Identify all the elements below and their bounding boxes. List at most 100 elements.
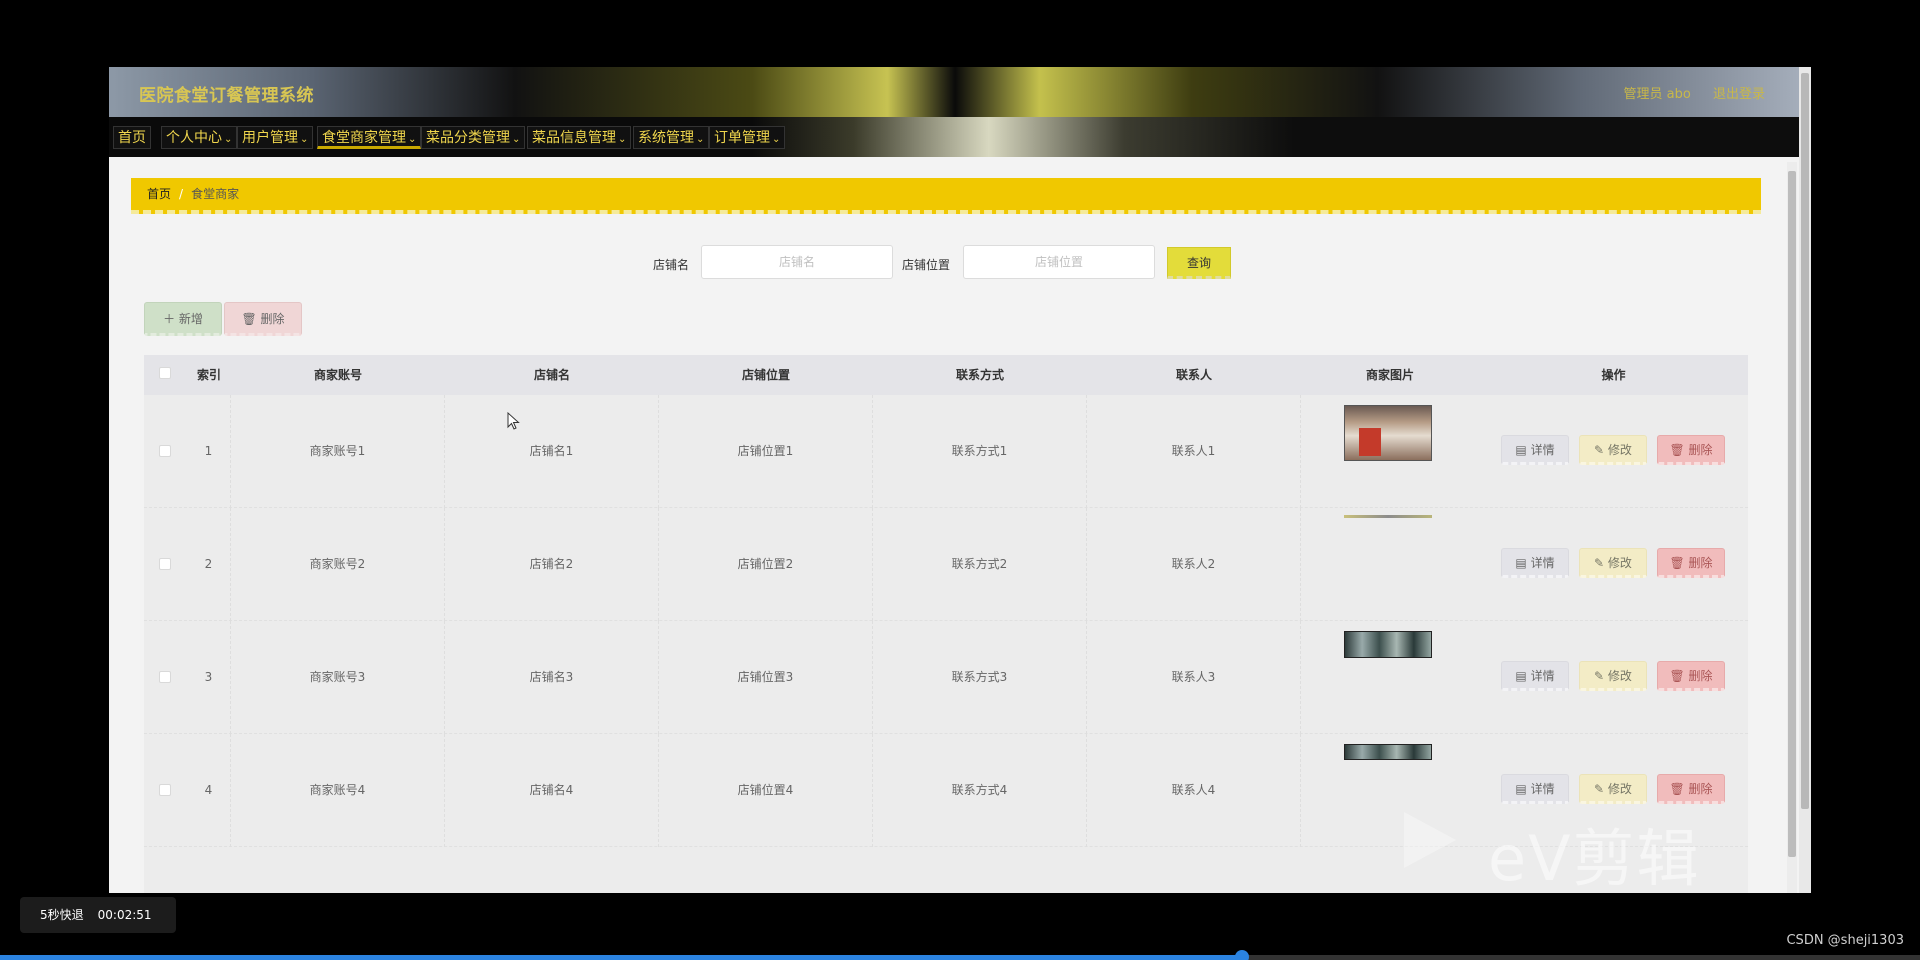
chevron-down-icon: ⌄ [408, 134, 417, 145]
mouse-cursor-icon [507, 412, 520, 430]
col-index: 索引 [196, 368, 221, 382]
nav-dishes[interactable]: 菜品信息管理 ⌄ [527, 126, 632, 149]
breadcrumb-home[interactable]: 首页 [147, 187, 171, 201]
cell-shop: 店铺名2 [445, 508, 659, 621]
cell-index: 1 [187, 395, 231, 508]
shop-location-input[interactable] [963, 245, 1155, 279]
cell-person: 联系人4 [1087, 734, 1301, 847]
merchant-image [1344, 515, 1432, 518]
cell-contact: 联系方式1 [873, 395, 1087, 508]
cell-person: 联系人1 [1087, 395, 1301, 508]
add-button[interactable]: ＋ 新增 [144, 302, 222, 336]
breadcrumb: 首页 / 食堂商家 [131, 178, 1761, 214]
detail-button[interactable]: ▤ 详情 [1501, 435, 1569, 465]
chevron-down-icon: ⌄ [696, 134, 705, 145]
col-person: 联系人 [1175, 368, 1212, 382]
shop-name-input[interactable] [701, 245, 893, 279]
nav-users[interactable]: 用户管理 ⌄ [237, 126, 314, 149]
cell-contact: 联系方式2 [873, 508, 1087, 621]
col-operations: 操作 [1601, 368, 1626, 382]
nav-categories[interactable]: 菜品分类管理 ⌄ [421, 126, 526, 149]
cell-location: 店铺位置1 [659, 395, 873, 508]
cell-person: 联系人3 [1087, 621, 1301, 734]
cell-index: 3 [187, 621, 231, 734]
col-location: 店铺位置 [741, 368, 790, 382]
col-image: 商家图片 [1365, 368, 1414, 382]
nav-system[interactable]: 系统管理 ⌄ [633, 126, 710, 149]
delete-button[interactable]: 🗑 删除 [1657, 774, 1725, 804]
cell-index: 2 [187, 508, 231, 621]
edit-button[interactable]: ✎ 修改 [1579, 661, 1647, 691]
cell-contact: 联系方式4 [873, 734, 1087, 847]
chevron-down-icon: ⌄ [512, 134, 521, 145]
video-progress-fill [0, 955, 1243, 960]
app-window: 医院食堂订餐管理系统 管理员 abo 退出登录 首页 个人中心 ⌄ 用户管理 ⌄ 食… [109, 67, 1811, 893]
content-scrollbar-thumb[interactable] [1788, 171, 1796, 857]
main-nav: 首页 个人中心 ⌄ 用户管理 ⌄ 食堂商家管理 ⌄ 菜品分类管理 ⌄ 菜品信息管理 ⌄ 系… [109, 117, 1801, 157]
detail-button[interactable]: ▤ 详情 [1501, 774, 1569, 804]
cell-shop: 店铺名3 [445, 621, 659, 734]
delete-button[interactable]: 🗑 删除 [1657, 661, 1725, 691]
nav-merchants[interactable]: 食堂商家管理 ⌄ [317, 126, 422, 149]
col-account: 商家账号 [313, 368, 362, 382]
shop-name-label: 店铺名 [653, 258, 690, 272]
delete-button[interactable]: 🗑 删除 [1657, 548, 1725, 578]
edit-button[interactable]: ✎ 修改 [1579, 548, 1647, 578]
col-shop: 店铺名 [533, 368, 570, 382]
chevron-down-icon: ⌄ [300, 134, 309, 145]
watermark-text: eV剪辑 [1488, 822, 1701, 895]
query-button[interactable]: 查询 [1167, 247, 1231, 279]
cell-account: 商家账号1 [231, 395, 445, 508]
nav-profile[interactable]: 个人中心 ⌄ [161, 126, 238, 149]
delete-button[interactable]: 🗑 删除 [1657, 435, 1725, 465]
merchant-image [1344, 744, 1432, 760]
nav-home[interactable]: 首页 [113, 126, 151, 149]
cell-shop: 店铺名4 [445, 734, 659, 847]
breadcrumb-current: 食堂商家 [191, 187, 240, 201]
cell-contact: 联系方式3 [873, 621, 1087, 734]
row-checkbox[interactable] [159, 558, 171, 570]
merchant-image [1344, 631, 1432, 658]
screen: 医院食堂订餐管理系统 管理员 abo 退出登录 首页 个人中心 ⌄ 用户管理 ⌄ 食… [0, 0, 1920, 960]
chevron-down-icon: ⌄ [772, 134, 781, 145]
user-area: 管理员 abo 退出登录 [1606, 83, 1765, 102]
batch-delete-button[interactable]: 🗑 删除 [224, 302, 302, 336]
shop-location-label: 店铺位置 [902, 258, 951, 272]
cell-account: 商家账号4 [231, 734, 445, 847]
edit-button[interactable]: ✎ 修改 [1579, 435, 1647, 465]
cell-account: 商家账号3 [231, 621, 445, 734]
top-header: 医院食堂订餐管理系统 管理员 abo 退出登录 [109, 67, 1801, 117]
table-row: 1 商家账号1 店铺名1 店铺位置1 联系方式1 联系人1 ▤ 详情 ✎ 修改 … [144, 395, 1748, 508]
logout-link[interactable]: 退出登录 [1713, 87, 1765, 102]
cell-index: 4 [187, 734, 231, 847]
table-row: 2 商家账号2 店铺名2 店铺位置2 联系方式2 联系人2 ▤ 详情 ✎ 修改 … [144, 508, 1748, 621]
table-header: 索引 商家账号 店铺名 店铺位置 联系方式 联系人 商家图片 操作 [144, 355, 1748, 395]
select-all-checkbox[interactable] [159, 367, 171, 379]
window-scrollbar-thumb[interactable] [1801, 73, 1809, 809]
row-checkbox[interactable] [159, 671, 171, 683]
video-progress-knob[interactable] [1235, 950, 1250, 960]
cell-location: 店铺位置3 [659, 621, 873, 734]
chevron-down-icon: ⌄ [224, 134, 233, 145]
merchant-image [1344, 405, 1432, 461]
detail-button[interactable]: ▤ 详情 [1501, 661, 1569, 691]
cell-account: 商家账号2 [231, 508, 445, 621]
cell-person: 联系人2 [1087, 508, 1301, 621]
credit-text: CSDN @sheji1303 [1786, 933, 1904, 948]
table-row: 3 商家账号3 店铺名3 店铺位置3 联系方式3 联系人3 ▤ 详情 ✎ 修改 … [144, 621, 1748, 734]
app-title: 医院食堂订餐管理系统 [139, 86, 314, 106]
rewind-label: 5秒快退 [40, 908, 84, 922]
nav-orders[interactable]: 订单管理 ⌄ [709, 126, 786, 149]
col-contact: 联系方式 [955, 368, 1004, 382]
user-label: 管理员 abo [1623, 87, 1691, 102]
chevron-down-icon: ⌄ [618, 134, 627, 145]
watermark-play-icon [1404, 812, 1456, 868]
row-checkbox[interactable] [159, 445, 171, 457]
cell-location: 店铺位置2 [659, 508, 873, 621]
rewind-indicator[interactable]: 5秒快退 00:02:51 [20, 897, 176, 933]
row-checkbox[interactable] [159, 784, 171, 796]
detail-button[interactable]: ▤ 详情 [1501, 548, 1569, 578]
edit-button[interactable]: ✎ 修改 [1579, 774, 1647, 804]
cell-shop: 店铺名1 [445, 395, 659, 508]
playback-time: 00:02:51 [97, 908, 152, 922]
